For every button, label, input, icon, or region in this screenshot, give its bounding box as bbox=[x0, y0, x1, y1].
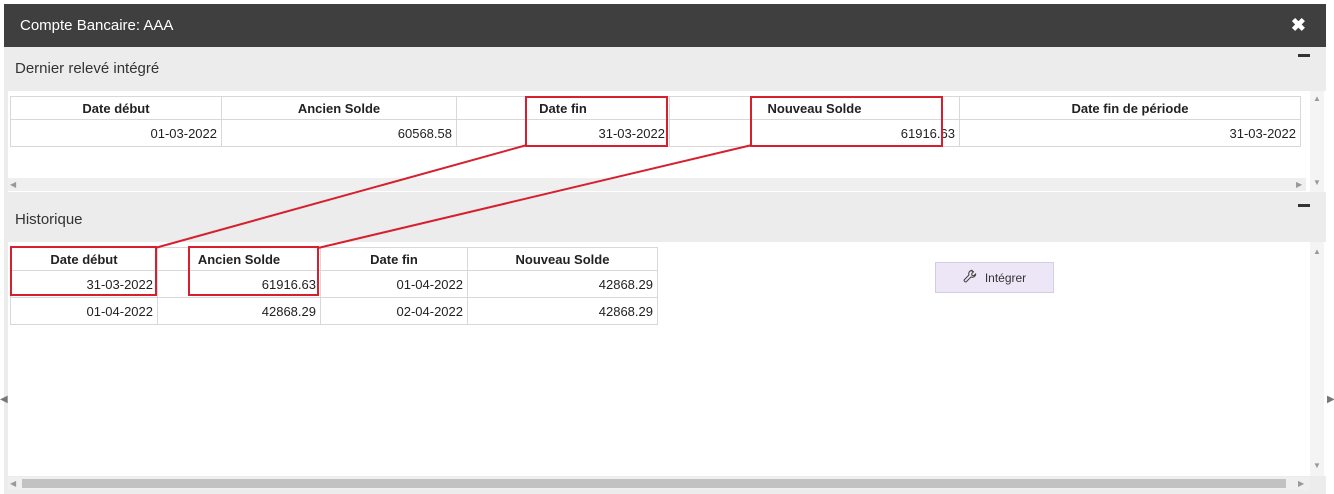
collapse-last-statement-button[interactable] bbox=[1298, 54, 1310, 57]
cell-nouveau-solde: 61916.63 bbox=[669, 119, 960, 147]
scroll-up-arrow-icon[interactable]: ▲ bbox=[1313, 248, 1321, 256]
history-vertical-scrollbar[interactable]: ▲ ▼ bbox=[1310, 242, 1324, 476]
last-statement-vertical-scrollbar[interactable]: ▲ ▼ bbox=[1310, 91, 1324, 192]
cell-nouveau-solde: 42868.29 bbox=[467, 297, 658, 325]
history-horizontal-scrollbar[interactable]: ◀ ▶ bbox=[8, 477, 1310, 490]
collapse-history-button[interactable] bbox=[1298, 204, 1310, 207]
cell-date-debut: 01-03-2022 bbox=[10, 119, 222, 147]
integrate-button[interactable]: Intégrer bbox=[935, 262, 1054, 293]
table-row[interactable]: 01-03-2022 60568.58 31-03-2022 61916.63 … bbox=[10, 119, 1301, 147]
scroll-down-arrow-icon[interactable]: ▼ bbox=[1313, 462, 1321, 470]
last-statement-title: Dernier relevé intégré bbox=[15, 60, 160, 77]
scroll-left-arrow-icon[interactable]: ◀ bbox=[10, 480, 16, 488]
table-header-row: Date début Ancien Solde Date fin Nouveau… bbox=[10, 96, 1301, 120]
last-statement-horizontal-scrollbar[interactable]: ◀ ▶ bbox=[8, 178, 1306, 191]
scroll-right-arrow-icon[interactable]: ▶ bbox=[1296, 181, 1302, 189]
scroll-down-arrow-icon[interactable]: ▼ bbox=[1313, 179, 1321, 187]
table-row[interactable]: 31-03-2022 61916.63 01-04-2022 42868.29 bbox=[10, 270, 658, 298]
col-header-nouveau-solde[interactable]: Nouveau Solde bbox=[467, 247, 658, 271]
left-edge-arrow-icon[interactable]: ◀ bbox=[0, 394, 8, 405]
cell-date-debut: 31-03-2022 bbox=[10, 270, 158, 298]
col-header-date-fin[interactable]: Date fin bbox=[456, 96, 670, 120]
right-edge-arrow-icon[interactable]: ▶ bbox=[1327, 394, 1334, 405]
cell-date-fin-periode: 31-03-2022 bbox=[959, 119, 1301, 147]
dialog-titlebar: Compte Bancaire: AAA ✖ bbox=[4, 4, 1326, 47]
col-header-ancien-solde[interactable]: Ancien Solde bbox=[221, 96, 457, 120]
scroll-left-arrow-icon[interactable]: ◀ bbox=[10, 181, 16, 189]
cell-nouveau-solde: 42868.29 bbox=[467, 270, 658, 298]
wrench-icon bbox=[963, 269, 977, 286]
scroll-up-arrow-icon[interactable]: ▲ bbox=[1313, 95, 1321, 103]
cell-date-fin: 31-03-2022 bbox=[456, 119, 670, 147]
integrate-button-label: Intégrer bbox=[984, 270, 1027, 285]
table-header-row: Date début Ancien Solde Date fin Nouveau… bbox=[10, 247, 658, 271]
cell-date-debut: 01-04-2022 bbox=[10, 297, 158, 325]
cell-ancien-solde: 42868.29 bbox=[157, 297, 321, 325]
dialog-title: Compte Bancaire: AAA bbox=[20, 17, 174, 34]
cell-ancien-solde: 61916.63 bbox=[157, 270, 321, 298]
last-statement-table: Date début Ancien Solde Date fin Nouveau… bbox=[10, 96, 1301, 147]
col-header-date-fin-periode[interactable]: Date fin de période bbox=[959, 96, 1301, 120]
scrollbar-thumb[interactable] bbox=[22, 479, 1286, 488]
col-header-date-fin[interactable]: Date fin bbox=[320, 247, 468, 271]
scroll-right-arrow-icon[interactable]: ▶ bbox=[1298, 480, 1304, 488]
cell-date-fin: 01-04-2022 bbox=[320, 270, 468, 298]
col-header-date-debut[interactable]: Date début bbox=[10, 96, 222, 120]
col-header-date-debut[interactable]: Date début bbox=[10, 247, 158, 271]
history-table: Date début Ancien Solde Date fin Nouveau… bbox=[10, 247, 658, 325]
history-title: Historique bbox=[15, 211, 83, 228]
close-icon[interactable]: ✖ bbox=[1291, 4, 1306, 47]
cell-date-fin: 02-04-2022 bbox=[320, 297, 468, 325]
table-row[interactable]: 01-04-2022 42868.29 02-04-2022 42868.29 bbox=[10, 297, 658, 325]
col-header-ancien-solde[interactable]: Ancien Solde bbox=[157, 247, 321, 271]
cell-ancien-solde: 60568.58 bbox=[221, 119, 457, 147]
col-header-nouveau-solde[interactable]: Nouveau Solde bbox=[669, 96, 960, 120]
